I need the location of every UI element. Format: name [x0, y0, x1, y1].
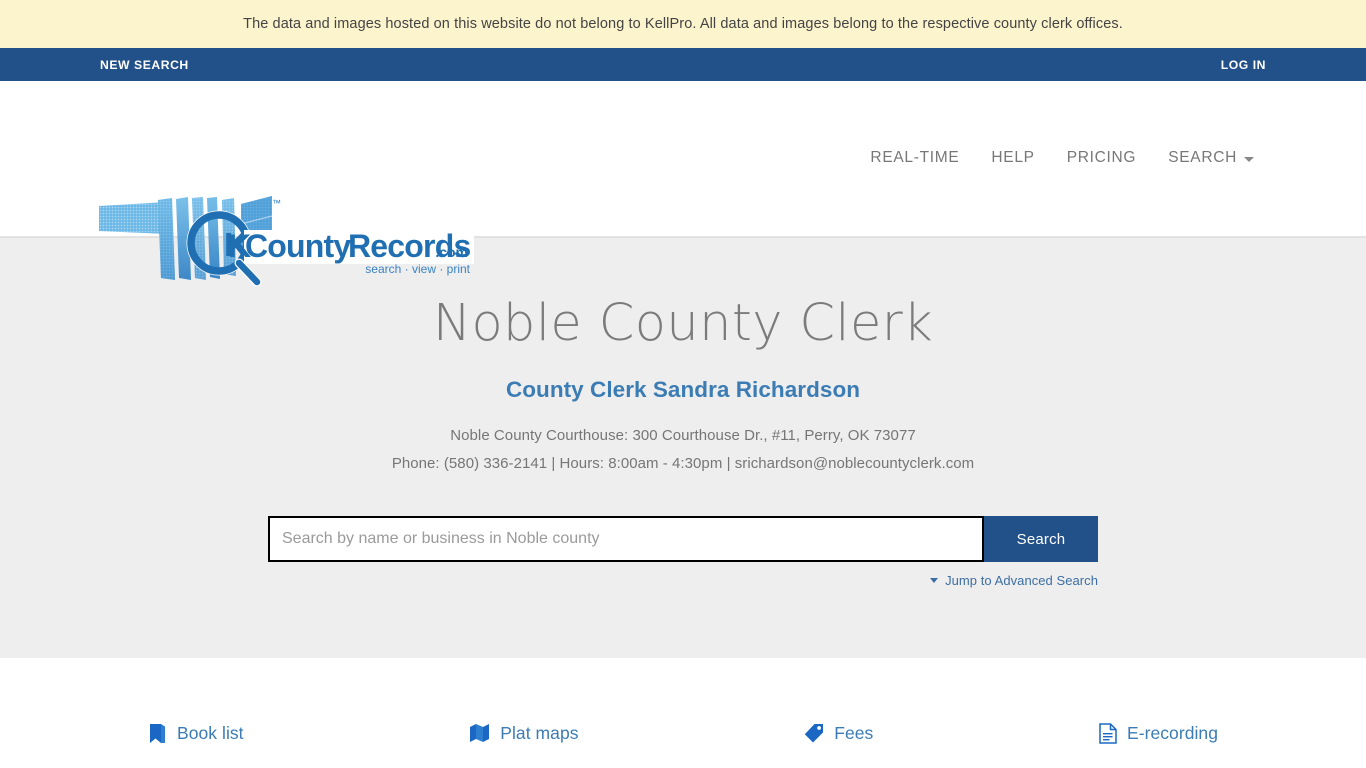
quicklink-label: Book list	[177, 722, 244, 743]
search-input[interactable]	[268, 516, 984, 563]
utility-nav: NEW SEARCH LOG IN	[0, 48, 1366, 81]
hero-section: Noble County Clerk County Clerk Sandra R…	[0, 237, 1366, 658]
quicklink-label: E-recording	[1126, 722, 1218, 743]
book-icon	[150, 723, 165, 743]
okcountyrecords-logo-icon: ™ K Country x County Records K .com sear…	[99, 196, 474, 286]
quicklinks-inner: Book list Plat maps Fees E-recording	[148, 723, 1218, 744]
nav-item-label: PRICING	[1066, 149, 1137, 166]
svg-text:™: ™	[272, 198, 281, 208]
nav-item-label: REAL-TIME	[870, 149, 960, 166]
contact-info: Phone: (580) 336-2141 | Hours: 8:00am - …	[391, 455, 975, 473]
advanced-search-label: Jump to Advanced Search	[945, 573, 1098, 589]
svg-text:K: K	[228, 228, 251, 264]
nav-item-label: HELP	[991, 149, 1035, 166]
utility-nav-right: LOG IN	[1221, 56, 1366, 74]
utility-nav-left: NEW SEARCH	[0, 56, 189, 74]
nav-item-real-time[interactable]: REAL-TIME	[854, 141, 975, 175]
advanced-search-row: Jump to Advanced Search	[268, 573, 1098, 588]
clerk-name-link[interactable]: County Clerk Sandra Richardson	[506, 377, 860, 403]
quicklink-plat-maps[interactable]: Plat maps	[469, 723, 578, 744]
jump-to-advanced-search-link[interactable]: Jump to Advanced Search	[930, 573, 1098, 588]
svg-text:.com: .com	[435, 244, 468, 260]
new-search-link[interactable]: NEW SEARCH	[100, 58, 189, 72]
disclaimer-text: The data and images hosted on this websi…	[243, 16, 1123, 32]
quicklink-e-recording[interactable]: E-recording	[1099, 723, 1218, 744]
chevron-down-icon	[930, 578, 939, 584]
main-nav: REAL-TIME HELP PRICING SEARCH	[854, 141, 1270, 175]
nav-item-help[interactable]: HELP	[975, 141, 1050, 175]
site-header: ™ K Country x County Records K .com sear…	[0, 81, 1366, 286]
quicklink-label: Fees	[834, 722, 874, 743]
nav-item-label: SEARCH	[1168, 149, 1237, 166]
svg-text:search · view · print: search · view · print	[365, 262, 470, 276]
page-title: Noble County Clerk	[432, 294, 934, 353]
disclaimer-banner: The data and images hosted on this websi…	[0, 0, 1366, 48]
chevron-down-icon	[1244, 156, 1254, 162]
courthouse-address: Noble County Courthouse: 300 Courthouse …	[450, 427, 916, 445]
quicklink-book-list[interactable]: Book list	[148, 723, 244, 744]
document-icon	[1099, 722, 1117, 744]
nav-item-pricing[interactable]: PRICING	[1051, 141, 1153, 175]
svg-text:County: County	[245, 228, 351, 264]
search-button[interactable]: Search	[984, 516, 1098, 563]
search-row: Search	[268, 516, 1098, 563]
log-in-link[interactable]: LOG IN	[1221, 58, 1266, 72]
site-logo[interactable]: ™ K Country x County Records K .com sear…	[96, 194, 476, 286]
quicklink-label: Plat maps	[500, 722, 579, 743]
tag-icon	[805, 724, 824, 743]
map-icon	[470, 724, 490, 742]
quicklinks-section: Book list Plat maps Fees E-recording	[0, 658, 1366, 768]
quicklink-fees[interactable]: Fees	[804, 723, 873, 744]
nav-item-search[interactable]: SEARCH	[1152, 141, 1270, 175]
